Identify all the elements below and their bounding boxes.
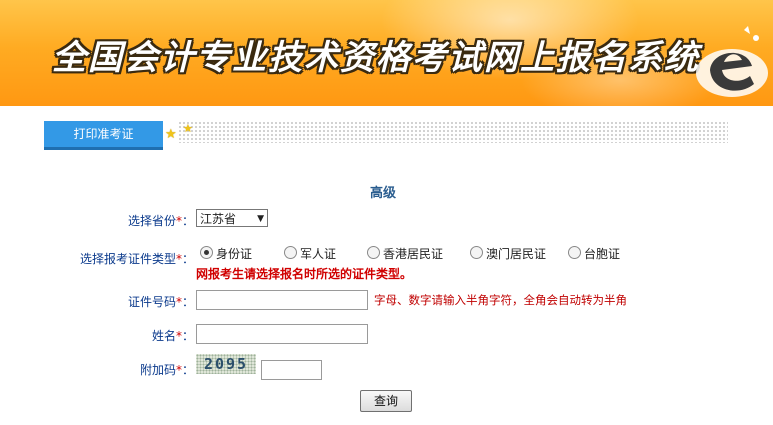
id-number-label-text: 证件号码 — [127, 295, 176, 309]
exam-level-title: 高级 — [370, 186, 397, 201]
label-suffix: ： — [181, 329, 194, 343]
id-type-option-hongkong[interactable]: 香港居民证 — [367, 245, 443, 262]
star-icon-small: ★ — [183, 122, 193, 135]
id-number-hint: 字母、数字请输入半角字符，全角会自动转为半角 — [374, 293, 627, 307]
id-type-option-military[interactable]: 军人证 — [284, 245, 336, 262]
tab-underline — [44, 147, 163, 150]
radio-label: 香港居民证 — [383, 247, 444, 261]
province-label-text: 选择省份 — [127, 214, 176, 228]
captcha-input[interactable] — [261, 360, 322, 380]
province-selected-value: 江苏省 — [200, 212, 237, 226]
radio-icon[interactable] — [470, 246, 483, 259]
query-button[interactable]: 查询 — [360, 390, 412, 412]
radio-selected-icon[interactable] — [200, 246, 213, 259]
label-suffix: ： — [181, 252, 194, 266]
province-label: 选择省份*： — [100, 212, 194, 229]
radio-icon[interactable] — [367, 246, 380, 259]
name-label-text: 姓名 — [151, 329, 176, 343]
radio-label: 军人证 — [300, 247, 337, 261]
label-suffix: ： — [181, 295, 194, 309]
star-icon: ★ — [165, 127, 177, 142]
chevron-down-icon: ▼ — [257, 214, 264, 224]
name-input[interactable] — [196, 324, 368, 344]
label-suffix: ： — [181, 214, 194, 228]
captcha-image[interactable]: 2095 — [196, 354, 256, 374]
label-suffix: ： — [181, 363, 194, 377]
id-type-label-text: 选择报考证件类型 — [79, 252, 176, 266]
id-type-option-id-card[interactable]: 身份证 — [200, 245, 252, 262]
id-type-warning: 网报考生请选择报名时所选的证件类型。 — [196, 267, 413, 281]
radio-label: 澳门居民证 — [486, 247, 547, 261]
tab-print-admission[interactable]: 打印准考证 — [44, 121, 163, 147]
id-number-label: 证件号码*： — [100, 293, 194, 310]
radio-label: 身份证 — [216, 247, 253, 261]
radio-icon[interactable] — [568, 246, 581, 259]
captcha-label: 附加码*： — [100, 361, 194, 378]
name-label: 姓名*： — [100, 327, 194, 344]
radio-label: 台胞证 — [584, 247, 621, 261]
id-type-label: 选择报考证件类型*： — [60, 250, 194, 267]
captcha-label-text: 附加码 — [139, 363, 176, 377]
dotted-divider — [178, 121, 728, 143]
radio-icon[interactable] — [284, 246, 297, 259]
system-title: 全国会计专业技术资格考试网上报名系统 — [52, 38, 700, 78]
province-select[interactable]: 江苏省 ▼ — [196, 209, 268, 227]
id-type-option-macau[interactable]: 澳门居民证 — [470, 245, 546, 262]
id-type-option-taiwan[interactable]: 台胞证 — [568, 245, 620, 262]
e-logo-icon — [696, 26, 768, 97]
id-number-input[interactable] — [196, 290, 368, 310]
header-banner: 全国会计专业技术资格考试网上报名系统 — [0, 0, 773, 106]
